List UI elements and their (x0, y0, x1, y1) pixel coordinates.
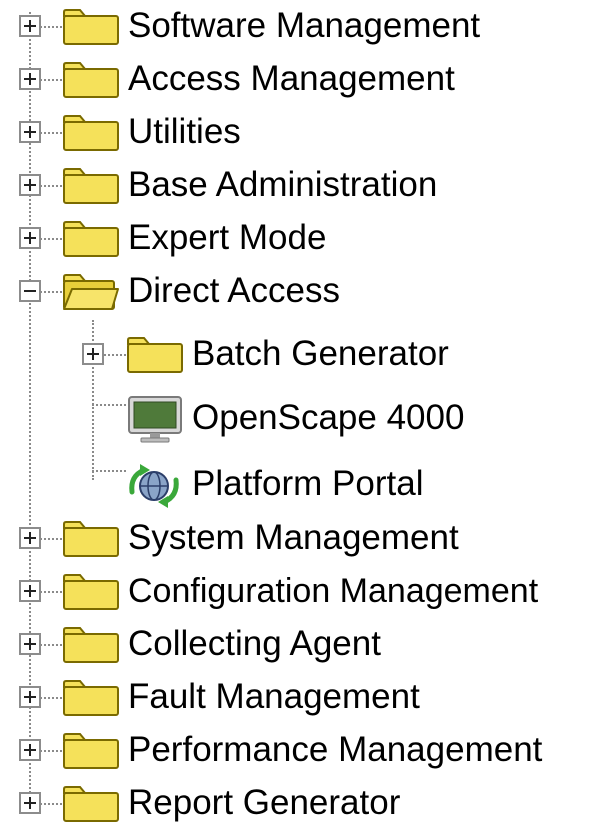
tree-connector (40, 644, 62, 646)
portal-globe-icon (129, 464, 179, 508)
tree-connector (40, 132, 62, 134)
expand-button[interactable] (82, 343, 104, 365)
folder-icon (63, 627, 119, 663)
folder-icon (63, 786, 119, 822)
folder-icon (63, 221, 119, 257)
folder-icon (63, 168, 119, 204)
tree-connector (40, 291, 62, 293)
expand-button[interactable] (19, 227, 41, 249)
tree-connector (40, 26, 62, 28)
tree-item-label: Utilities (128, 112, 241, 151)
tree-item-label: Performance Management (128, 730, 543, 769)
tree-connector (40, 750, 62, 752)
tree-item-label: Software Management (128, 6, 481, 45)
folder-icon (63, 521, 119, 557)
tree-item-label: Direct Access (128, 271, 340, 310)
tree-connector (40, 79, 62, 81)
tree-item-label: Expert Mode (128, 218, 327, 257)
plus-icon (19, 68, 41, 90)
tree-item-label: Collecting Agent (128, 624, 381, 663)
monitor-icon (128, 396, 182, 443)
plus-icon (19, 527, 41, 549)
folder-icon (63, 115, 119, 151)
navigation-tree: Software Management Access Management Ut… (0, 0, 615, 829)
plus-icon (19, 121, 41, 143)
tree-item-label: Base Administration (128, 165, 438, 204)
plus-icon (19, 174, 41, 196)
expand-button[interactable] (19, 174, 41, 196)
expand-button[interactable] (19, 792, 41, 814)
expand-button[interactable] (19, 68, 41, 90)
expand-button[interactable] (19, 121, 41, 143)
tree-item-software-management[interactable]: Software Management (0, 2, 615, 52)
tree-connector (40, 803, 62, 805)
tree-item-label: System Management (128, 518, 459, 557)
plus-icon (19, 15, 41, 37)
expand-button[interactable] (19, 580, 41, 602)
expand-button[interactable] (19, 633, 41, 655)
plus-icon (82, 343, 104, 365)
plus-icon (19, 792, 41, 814)
tree-connector (92, 470, 126, 472)
plus-icon (19, 580, 41, 602)
tree-item-openscape-4000[interactable]: OpenScape 4000 (0, 394, 615, 444)
tree-connector (40, 238, 62, 240)
tree-item-label: Fault Management (128, 677, 420, 716)
plus-icon (19, 739, 41, 761)
folder-icon (127, 337, 183, 373)
tree-item-fault-management[interactable]: Fault Management (0, 673, 615, 723)
collapse-button[interactable] (19, 280, 41, 302)
tree-connector (92, 404, 126, 406)
tree-item-label: Access Management (128, 59, 455, 98)
tree-connector (40, 538, 62, 540)
tree-item-utilities[interactable]: Utilities (0, 108, 615, 158)
folder-icon (63, 733, 119, 769)
minus-icon (19, 280, 41, 302)
tree-item-system-management[interactable]: System Management (0, 514, 615, 564)
expand-button[interactable] (19, 686, 41, 708)
open-folder-icon (63, 274, 119, 310)
plus-icon (19, 227, 41, 249)
expand-button[interactable] (19, 527, 41, 549)
tree-connector (40, 591, 62, 593)
tree-item-label: Platform Portal (192, 464, 424, 503)
expand-button[interactable] (19, 15, 41, 37)
tree-item-label: Configuration Management (128, 572, 539, 610)
tree-connector (40, 697, 62, 699)
tree-item-report-generator[interactable]: Report Generator (0, 779, 615, 829)
expand-button[interactable] (19, 739, 41, 761)
tree-item-direct-access[interactable]: Direct Access (0, 267, 615, 317)
tree-item-access-management[interactable]: Access Management (0, 55, 615, 105)
tree-item-platform-portal[interactable]: Platform Portal (0, 460, 615, 510)
tree-item-label: Batch Generator (192, 334, 449, 373)
tree-item-collecting-agent[interactable]: Collecting Agent (0, 620, 615, 670)
tree-connector (40, 185, 62, 187)
folder-icon (63, 574, 119, 610)
folder-icon (63, 62, 119, 98)
plus-icon (19, 633, 41, 655)
folder-icon (63, 680, 119, 716)
tree-item-batch-generator[interactable]: Batch Generator (0, 330, 615, 380)
tree-item-performance-management[interactable]: Performance Management (0, 726, 615, 776)
tree-item-label: Report Generator (128, 783, 401, 822)
tree-item-configuration-management[interactable]: Configuration Management (0, 567, 615, 617)
tree-item-expert-mode[interactable]: Expert Mode (0, 214, 615, 264)
folder-icon (63, 9, 119, 45)
plus-icon (19, 686, 41, 708)
tree-connector (104, 354, 126, 356)
tree-item-label: OpenScape 4000 (192, 398, 465, 437)
tree-item-base-administration[interactable]: Base Administration (0, 161, 615, 211)
